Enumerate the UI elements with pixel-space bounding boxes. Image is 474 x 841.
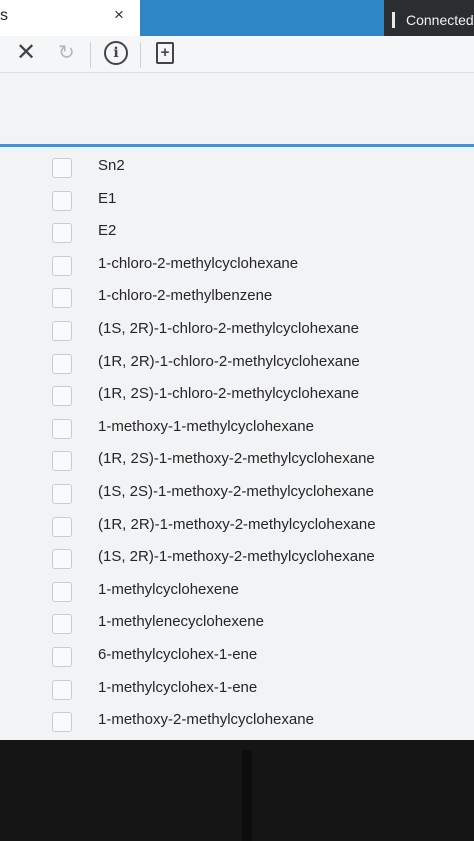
- refresh-icon[interactable]: ↻: [58, 40, 75, 65]
- option-label: E1: [98, 189, 117, 207]
- option-label: (1R, 2R)-1-methoxy-2-methylcyclohexane: [98, 515, 376, 533]
- option-checkbox[interactable]: [52, 549, 72, 570]
- option-item[interactable]: 1-methoxy-1-methylcyclohexane: [52, 413, 472, 446]
- option-label: Sn2: [98, 157, 125, 174]
- option-checkbox[interactable]: [52, 190, 72, 211]
- option-item[interactable]: (1R, 2R)-1-methoxy-2-methylcyclohexane: [52, 511, 472, 544]
- option-label: 1-methylcyclohexene: [98, 580, 239, 598]
- section-divider: [0, 144, 474, 147]
- option-item[interactable]: 1-methylenecyclohexene: [52, 608, 472, 641]
- option-label: (1S, 2R)-1-chloro-2-methylcyclohexane: [98, 319, 359, 337]
- option-checkbox[interactable]: [52, 386, 72, 407]
- option-item[interactable]: (1S, 2R)-1-chloro-2-methylcyclohexane: [52, 315, 472, 348]
- option-checkbox[interactable]: [52, 516, 72, 537]
- option-checkbox[interactable]: [52, 646, 72, 667]
- option-label: 6-methylcyclohex-1-ene: [98, 645, 258, 663]
- option-item[interactable]: Sn2: [52, 152, 472, 185]
- option-label: E2: [98, 222, 117, 240]
- info-icon[interactable]: i: [104, 41, 128, 65]
- option-item[interactable]: 6-methylcyclohex-1-ene: [52, 641, 472, 674]
- option-item[interactable]: 1-methoxy-2-methylcyclohexane: [52, 706, 472, 739]
- tab-title: s: [0, 7, 8, 24]
- option-checkbox[interactable]: [52, 288, 72, 309]
- option-label: 1-methylenecyclohexene: [98, 613, 264, 631]
- close-icon[interactable]: ✕: [16, 38, 36, 67]
- monitor-bezel: [0, 740, 474, 841]
- option-label: (1R, 2R)-1-chloro-2-methylcyclohexane: [98, 352, 360, 370]
- option-checkbox[interactable]: [52, 158, 72, 178]
- option-label: (1R, 2S)-1-chloro-2-methylcyclohexane: [98, 385, 359, 403]
- option-item[interactable]: (1R, 2S)-1-methoxy-2-methylcyclohexane: [52, 445, 472, 478]
- connection-status-label: Connected: [406, 12, 474, 28]
- option-checkbox[interactable]: [52, 679, 72, 700]
- option-label: 1-methoxy-2-methylcyclohexane: [98, 711, 314, 729]
- option-checkbox[interactable]: [52, 483, 72, 504]
- option-checkbox[interactable]: [52, 614, 72, 635]
- option-label: 1-methoxy-1-methylcyclohexane: [98, 417, 314, 435]
- option-label: (1R, 2S)-1-methoxy-2-methylcyclohexane: [98, 450, 375, 468]
- connection-indicator-icon: [392, 12, 395, 28]
- option-label: (1S, 2R)-1-methoxy-2-methylcyclohexane: [98, 548, 375, 566]
- toolbar-divider: [140, 42, 141, 68]
- option-item[interactable]: 1-methylcyclohexene: [52, 576, 472, 609]
- app-screen: s × Connected ✕ ↻ i + Sn2 E1 E2 1-chloro-2-…: [0, 0, 474, 740]
- option-label: 1-methylcyclohex-1-ene: [98, 678, 258, 696]
- option-label: (1S, 2S)-1-methoxy-2-methylcyclohexane: [98, 482, 374, 500]
- toolbar-divider: [90, 42, 91, 68]
- option-checkbox[interactable]: [52, 320, 72, 341]
- option-label: 1-chloro-2-methylcyclohexane: [98, 254, 299, 272]
- monitor-stand: [242, 750, 252, 841]
- option-checkbox[interactable]: [52, 353, 72, 374]
- connection-status: Connected: [384, 0, 474, 40]
- toolbar: ✕ ↻ i +: [0, 36, 474, 73]
- option-item[interactable]: (1S, 2S)-1-methoxy-2-methylcyclohexane: [52, 478, 472, 511]
- browser-tab[interactable]: s ×: [0, 0, 141, 36]
- option-item[interactable]: (1R, 2S)-1-chloro-2-methylcyclohexane: [52, 380, 472, 413]
- option-checkbox[interactable]: [52, 255, 72, 276]
- option-checkbox[interactable]: [52, 223, 72, 244]
- option-item[interactable]: E2: [52, 217, 472, 250]
- option-item[interactable]: 1-chloro-2-methylcyclohexane: [52, 250, 472, 283]
- add-page-icon[interactable]: +: [156, 42, 174, 64]
- option-item[interactable]: 1-chloro-2-methylbenzene: [52, 282, 472, 315]
- option-item[interactable]: (1R, 2R)-1-chloro-2-methylcyclohexane: [52, 348, 472, 381]
- option-label: 1-chloro-2-methylbenzene: [98, 287, 273, 305]
- answer-option-list: Sn2 E1 E2 1-chloro-2-methylcyclohexane 1-chl…: [52, 152, 472, 739]
- option-checkbox[interactable]: [52, 581, 72, 602]
- option-checkbox[interactable]: [52, 418, 72, 439]
- option-checkbox[interactable]: [52, 451, 72, 472]
- option-item[interactable]: E1: [52, 185, 472, 218]
- option-item[interactable]: (1S, 2R)-1-methoxy-2-methylcyclohexane: [52, 543, 472, 576]
- option-checkbox[interactable]: [52, 712, 72, 733]
- tab-close-icon[interactable]: ×: [114, 5, 124, 25]
- option-item[interactable]: 1-methylcyclohex-1-ene: [52, 674, 472, 707]
